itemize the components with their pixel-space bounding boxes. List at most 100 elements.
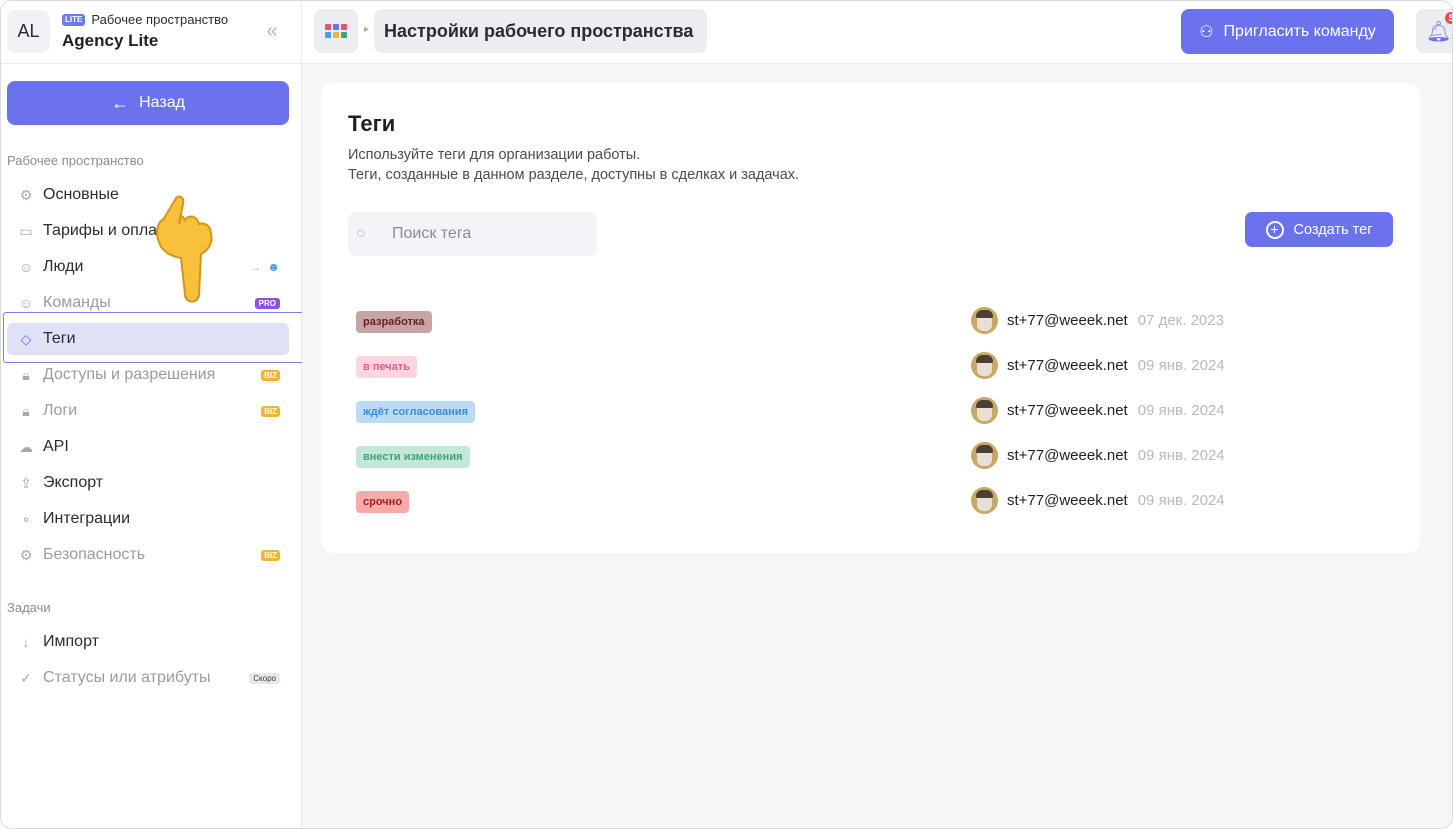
avatar bbox=[971, 397, 998, 424]
tag-search[interactable]: ○ bbox=[348, 212, 597, 256]
sidebar-item-teams[interactable]: ☺ Команды PRO bbox=[7, 287, 289, 319]
main-content: Теги Используйте теги для организации ра… bbox=[302, 64, 1452, 828]
sidebar-item-label: Статусы или атрибуты bbox=[43, 669, 211, 686]
create-tag-label: Создать тег bbox=[1293, 221, 1373, 238]
sidebar-item-label: Основные bbox=[43, 186, 119, 203]
tag-chip[interactable]: в печать bbox=[356, 356, 417, 378]
biz-badge: BIZ bbox=[261, 549, 280, 561]
tag-chip[interactable]: ждёт согласования bbox=[356, 401, 475, 423]
cloud-icon: ☁ bbox=[19, 438, 33, 455]
workspace-name[interactable]: Agency Lite bbox=[62, 31, 158, 51]
workspace-header[interactable]: AL LITE Рабочее пространство Agency Lite… bbox=[1, 1, 302, 64]
check-circle-icon: ✓ bbox=[20, 669, 32, 686]
lock-icon: 🔒︎ bbox=[22, 366, 30, 383]
sidebar-item-people[interactable]: ☺ Люди → ☻ bbox=[7, 251, 289, 283]
tag-row[interactable]: внести изменения st+77@weeek.net 09 янв. 2… bbox=[321, 436, 1420, 481]
biz-badge: BIZ bbox=[261, 369, 280, 381]
created-date: 09 янв. 2024 bbox=[1137, 402, 1225, 419]
gear-icon: ⚙ bbox=[19, 546, 33, 563]
sidebar-item-label: Люди bbox=[43, 258, 84, 275]
tag-author: st+77@weeek.net 09 янв. 2024 bbox=[971, 352, 1225, 379]
back-button[interactable]: ← Назад bbox=[7, 81, 289, 125]
sidebar: AL LITE Рабочее пространство Agency Lite… bbox=[1, 1, 302, 828]
tag-row[interactable]: разработка st+77@weeek.net 07 дек. 2023 bbox=[321, 301, 1420, 346]
plan-badge: LITE bbox=[62, 13, 86, 26]
topbar: ▸ Настройки рабочего пространства ⚇ Приг… bbox=[302, 1, 1452, 64]
description-line-2: Теги, созданные в данном разделе, доступ… bbox=[348, 167, 800, 183]
create-tag-button[interactable]: + Создать тег bbox=[1245, 212, 1393, 247]
sidebar-item-label: Логи bbox=[43, 402, 78, 419]
sidebar-item-label: Теги bbox=[43, 330, 76, 347]
tag-author: st+77@weeek.net 09 янв. 2024 bbox=[971, 487, 1225, 514]
workspace-avatar[interactable]: AL bbox=[7, 10, 50, 53]
tag-chip[interactable]: срочно bbox=[356, 491, 410, 513]
tag-search-input[interactable] bbox=[392, 225, 582, 243]
tag-row[interactable]: ждёт согласования st+77@weeek.net 09 янв. … bbox=[321, 391, 1420, 436]
sidebar-item-label: API bbox=[43, 438, 69, 455]
integrations-icon: ∘ bbox=[21, 510, 31, 527]
author-email: st+77@weeek.net bbox=[1007, 447, 1128, 464]
avatar bbox=[971, 352, 998, 379]
created-date: 09 янв. 2024 bbox=[1137, 357, 1225, 374]
tag-chip[interactable]: разработка bbox=[356, 311, 432, 333]
gear-icon: ⚙ bbox=[19, 186, 33, 203]
workspace-plan-row: LITE Рабочее пространство bbox=[62, 12, 228, 27]
invite-team-label: Пригласить команду bbox=[1223, 22, 1376, 40]
tag-author: st+77@weeek.net 09 янв. 2024 bbox=[971, 442, 1225, 469]
created-date: 09 янв. 2024 bbox=[1137, 492, 1225, 509]
author-email: st+77@weeek.net bbox=[1007, 492, 1128, 509]
tag-chip[interactable]: внести изменения bbox=[356, 446, 470, 468]
section-heading: Теги bbox=[348, 111, 396, 136]
team-icon: ☺ bbox=[18, 295, 34, 311]
page-title: Настройки рабочего пространства bbox=[374, 9, 708, 53]
avatar bbox=[971, 487, 998, 514]
tag-author: st+77@weeek.net 09 янв. 2024 bbox=[971, 397, 1225, 424]
description-line-1: Используйте теги для организации работы. bbox=[348, 147, 641, 163]
people-icon: ☺ bbox=[18, 259, 34, 275]
sidebar-item-export[interactable]: ⇪ Экспорт bbox=[7, 467, 289, 499]
add-user-icon: ⚇ bbox=[1199, 23, 1214, 41]
sidebar-item-tags[interactable]: ◇ Теги bbox=[7, 323, 289, 355]
sidebar-item-import[interactable]: ↓ Импорт bbox=[7, 626, 289, 658]
sidebar-item-label: Безопасность bbox=[43, 546, 146, 563]
sidebar-item-logs[interactable]: 🔒︎ Логи BIZ bbox=[7, 395, 289, 427]
sidebar-item-label: Импорт bbox=[43, 633, 99, 650]
tag-row[interactable]: в печать st+77@weeek.net 09 янв. 2024 bbox=[321, 346, 1420, 391]
tag-row[interactable]: срочно st+77@weeek.net 09 янв. 2024 bbox=[321, 481, 1420, 526]
avatar bbox=[971, 442, 998, 469]
apps-grid-button[interactable] bbox=[314, 9, 358, 53]
pointing-hand-icon bbox=[156, 195, 213, 303]
tags-card: Теги Используйте теги для организации ра… bbox=[321, 83, 1420, 553]
sidebar-item-label: Доступы и разрешения bbox=[43, 366, 216, 383]
tag-icon: ◇ bbox=[20, 330, 32, 347]
sidebar-item-label: Команды bbox=[43, 294, 111, 311]
card-icon: ▭ bbox=[19, 222, 33, 239]
lock-icon: 🔒︎ bbox=[22, 402, 30, 419]
sidebar-item-api[interactable]: ☁ API bbox=[7, 431, 289, 463]
notification-count-badge: 5 bbox=[1445, 12, 1452, 24]
download-icon: ↓ bbox=[22, 634, 30, 650]
arrow-left-icon: ← bbox=[111, 92, 130, 113]
collapse-sidebar-icon[interactable]: « bbox=[261, 19, 283, 43]
search-icon: ○ bbox=[356, 225, 366, 242]
arrow-right-icon: → bbox=[249, 260, 262, 274]
sidebar-item-label: Экспорт bbox=[43, 474, 104, 491]
back-button-label: Назад bbox=[139, 94, 185, 111]
sidebar-item-access[interactable]: 🔒︎ Доступы и разрешения BIZ bbox=[7, 359, 289, 391]
section-title-tasks: Задачи bbox=[7, 600, 51, 615]
workspace-label: Рабочее пространство bbox=[91, 12, 229, 27]
sidebar-item-statuses[interactable]: ✓ Статусы или атрибуты Скоро bbox=[7, 662, 289, 694]
section-title-workspace: Рабочее пространство bbox=[7, 153, 144, 168]
sidebar-item-integrations[interactable]: ∘ Интеграции bbox=[7, 503, 289, 535]
invite-team-button[interactable]: ⚇ Пригласить команду bbox=[1181, 9, 1394, 54]
app-window: AL LITE Рабочее пространство Agency Lite… bbox=[0, 0, 1453, 829]
sidebar-item-security[interactable]: ⚙ Безопасность BIZ bbox=[7, 539, 289, 571]
plus-circle-icon: + bbox=[1265, 220, 1284, 239]
tag-author: st+77@weeek.net 07 дек. 2023 bbox=[971, 307, 1224, 334]
sidebar-item-general[interactable]: ⚙ Основные bbox=[7, 179, 289, 211]
notifications-button[interactable]: 🔔︎ 5 bbox=[1416, 9, 1452, 53]
sidebar-item-billing[interactable]: ▭ Тарифы и оплата bbox=[7, 215, 289, 247]
avatar bbox=[971, 307, 998, 334]
created-date: 07 дек. 2023 bbox=[1137, 312, 1224, 329]
biz-badge: BIZ bbox=[261, 405, 280, 417]
